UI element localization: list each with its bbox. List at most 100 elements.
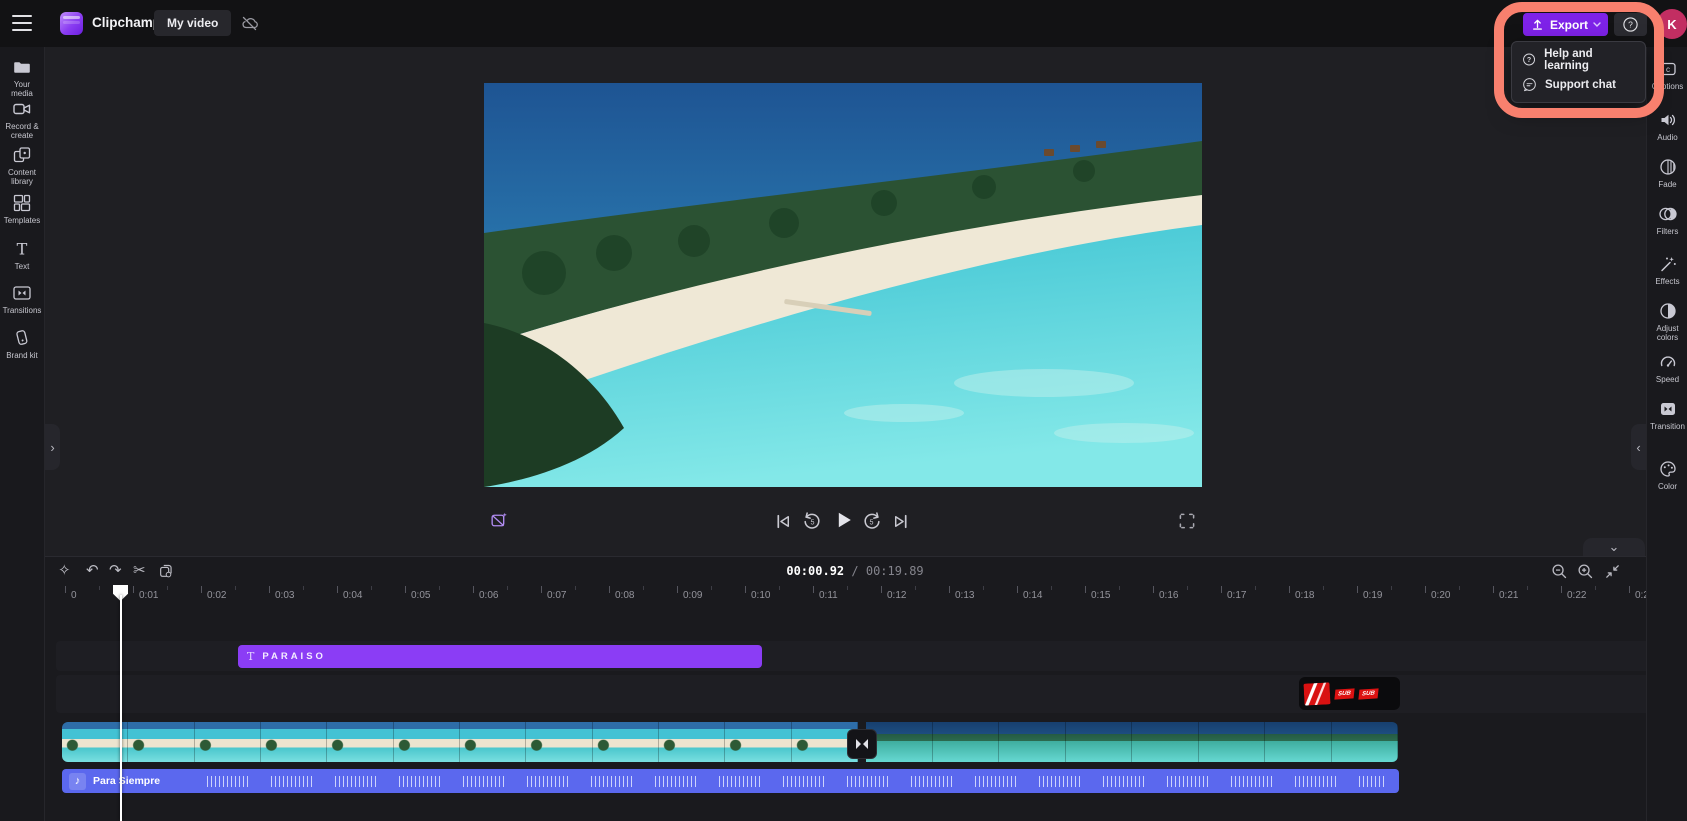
video-thumbnail (261, 722, 327, 762)
text-icon: T (12, 239, 32, 259)
seek-end-button[interactable] (891, 511, 912, 532)
menu-icon[interactable] (12, 15, 32, 31)
forward-5s-button[interactable]: 5 (861, 510, 883, 532)
svg-text:5: 5 (811, 518, 815, 526)
video-thumbnail (460, 722, 526, 762)
total-time: 00:19.89 (866, 564, 924, 578)
camera-icon (12, 99, 32, 119)
video-clip-right[interactable] (866, 722, 1398, 762)
sidebar-item-speed[interactable]: Speed (1647, 352, 1687, 384)
sticker-clip[interactable]: SUB SUB (1299, 677, 1400, 710)
export-up-arrow-icon (1530, 17, 1545, 32)
collapse-right-panel-button[interactable]: ‹ (1631, 424, 1646, 470)
sidebar-item-content-library[interactable]: Content library (0, 145, 44, 186)
video-thumbnail (394, 722, 460, 762)
video-preview[interactable] (484, 83, 1202, 487)
sticker-track-lane (56, 675, 1660, 713)
left-sidebar: Your media Record & create Content libra… (0, 47, 45, 821)
export-label: Export (1550, 18, 1588, 32)
transitions-icon (12, 283, 32, 303)
fullscreen-button[interactable] (1176, 510, 1198, 532)
chevron-right-icon: › (50, 440, 54, 455)
sidebar-item-effects[interactable]: Effects (1647, 254, 1687, 286)
chevron-down-icon (1593, 22, 1601, 28)
export-button[interactable]: Export (1523, 13, 1608, 36)
sidebar-item-fade[interactable]: Fade (1647, 157, 1687, 189)
captions-icon: c (1658, 59, 1678, 79)
subscribe-sticker-thumb: SUB (1334, 688, 1354, 699)
sidebar-item-transitions[interactable]: Transitions (0, 283, 44, 315)
text-clip-label: PARAISO (262, 651, 326, 662)
video-thumbnail (593, 722, 659, 762)
help-menu-item-help-and-learning[interactable]: ? Help and learning (1512, 47, 1645, 72)
avatar[interactable]: K (1657, 9, 1687, 39)
transition-icon (1658, 399, 1678, 419)
magic-tools-icon[interactable]: ✧ (58, 561, 71, 581)
clip-transition-button[interactable] (847, 729, 877, 759)
undo-icon[interactable]: ↶ (86, 561, 99, 581)
help-button[interactable]: ? (1614, 13, 1647, 36)
svg-text:c: c (1666, 65, 1670, 74)
chevron-left-icon: ‹ (1636, 440, 1640, 455)
svg-text:5: 5 (869, 518, 873, 526)
sidebar-item-captions[interactable]: c Captions (1647, 59, 1687, 91)
ruler-minor-tick (167, 586, 168, 590)
collapse-timeline-button[interactable]: ⌄ (1583, 538, 1645, 556)
ruler-minor-tick (303, 586, 304, 590)
project-title[interactable]: My video (154, 10, 231, 36)
video-clip-left[interactable] (62, 722, 858, 762)
audio-clip[interactable]: ♪ Para Siempre (62, 769, 1399, 793)
video-thumbnail (128, 722, 194, 762)
folder-icon (12, 57, 32, 77)
sidebar-item-text[interactable]: T Text (0, 239, 44, 271)
time-separator: / (844, 564, 866, 578)
zoom-in-button[interactable] (1576, 562, 1595, 581)
video-thumbnail (526, 722, 592, 762)
fade-icon (1658, 157, 1678, 177)
redo-icon[interactable]: ↷ (109, 561, 122, 581)
svg-text:?: ? (1628, 20, 1633, 30)
video-thumbnail (1132, 722, 1199, 762)
expand-left-panel-button[interactable]: › (45, 424, 60, 470)
seek-start-button[interactable] (772, 511, 793, 532)
video-thumbnail (725, 722, 791, 762)
library-icon (12, 145, 32, 165)
video-thumbnail (933, 722, 1000, 762)
duplicate-icon[interactable] (158, 563, 174, 579)
svg-text:?: ? (1527, 57, 1531, 64)
audio-waveform (207, 776, 1385, 787)
sidebar-item-filters[interactable]: Filters (1647, 204, 1687, 236)
chevron-down-icon: ⌄ (1609, 539, 1620, 555)
menu-item-label: Help and learning (1544, 48, 1635, 72)
help-menu-item-support-chat[interactable]: Support chat (1512, 72, 1645, 97)
sidebar-item-templates[interactable]: Templates (0, 193, 44, 225)
playhead[interactable] (113, 585, 130, 821)
rewind-5s-button[interactable]: 5 (801, 510, 823, 532)
fit-timeline-button[interactable] (1603, 562, 1622, 581)
brand-kit-icon (12, 328, 32, 348)
templates-icon (12, 193, 32, 213)
sidebar-item-color[interactable]: Color (1647, 459, 1687, 491)
video-thumbnail (1265, 722, 1332, 762)
zoom-out-button[interactable] (1550, 562, 1569, 581)
play-button[interactable] (831, 508, 855, 532)
sidebar-item-audio[interactable]: Audio (1647, 110, 1687, 142)
ruler-minor-tick (1391, 586, 1392, 590)
sidebar-item-record-create[interactable]: Record & create (0, 99, 44, 140)
sidebar-item-your-media[interactable]: Your media (0, 57, 44, 98)
scissors-icon[interactable]: ✂ (133, 561, 146, 581)
text-clip[interactable]: T PARAISO (238, 645, 762, 668)
transition-bowtie-icon (855, 738, 869, 750)
ruler-minor-tick (1527, 586, 1528, 590)
sidebar-item-transition[interactable]: Transition (1647, 399, 1687, 431)
ruler-minor-tick (1459, 586, 1460, 590)
sidebar-item-brand-kit[interactable]: Brand kit (0, 328, 44, 360)
sidebar-item-adjust-colors[interactable]: Adjust colors (1647, 301, 1687, 342)
music-note-icon: ♪ (69, 773, 86, 790)
auto-captions-off-icon[interactable] (489, 510, 510, 531)
subscribe-sticker-thumb: SUB (1358, 688, 1378, 699)
video-thumbnail (1332, 722, 1399, 762)
ruler-minor-tick (371, 586, 372, 590)
timeline-ruler[interactable]: 00:010:020:030:040:050:060:070:080:090:1… (0, 585, 1687, 611)
ruler-minor-tick (235, 586, 236, 590)
